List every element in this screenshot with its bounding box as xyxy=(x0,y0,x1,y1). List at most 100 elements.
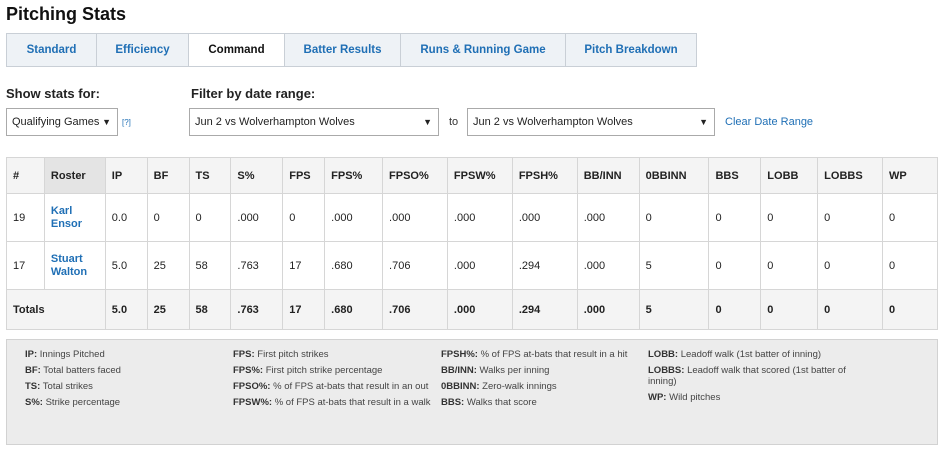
column-header[interactable]: TS xyxy=(188,157,232,194)
date-range-label: Filter by date range: xyxy=(191,86,316,101)
stat-cell: 0 xyxy=(882,241,938,290)
stat-cell: 58 xyxy=(188,241,232,290)
tab-efficiency[interactable]: Efficiency xyxy=(97,34,189,66)
date-from-value: Jun 2 vs Wolverhampton Wolves xyxy=(195,116,355,128)
player-last-name: Walton xyxy=(50,265,88,278)
stat-cell: .706 xyxy=(382,241,448,290)
stat-cell: 0 xyxy=(708,193,762,242)
pitching-stats-table: # Roster IP BF TS S% FPS FPS% FPSO% FPSW… xyxy=(6,157,938,330)
total-cell: 0 xyxy=(817,289,884,330)
table-row: 19 Karl Ensor 0.0 0 0 .000 0 .000 .000 .0… xyxy=(6,193,938,242)
total-cell: 5 xyxy=(638,289,710,330)
table-header-row: # Roster IP BF TS S% FPS FPS% FPSO% FPSW… xyxy=(6,157,938,194)
stat-cell: .000 xyxy=(446,193,513,242)
player-number: 17 xyxy=(6,241,45,290)
legend-column: LOBB: Leadoff walk (1st batter of inning… xyxy=(648,349,848,408)
stat-cell: .000 xyxy=(382,193,448,242)
stat-cell: 25 xyxy=(146,241,190,290)
legend-item: S%: Strike percentage xyxy=(25,397,121,408)
column-header: # xyxy=(6,157,45,194)
dropdown-arrow-icon: ▼ xyxy=(423,117,432,127)
total-cell: .000 xyxy=(446,289,513,330)
legend-item: FPSO%: % of FPS at-bats that result in a… xyxy=(233,381,429,392)
column-header[interactable]: WP xyxy=(882,157,938,194)
total-cell: 5.0 xyxy=(104,289,148,330)
show-stats-label: Show stats for: xyxy=(6,86,100,101)
show-stats-select[interactable]: Qualifying Games ▼ xyxy=(6,108,118,136)
stat-cell: .680 xyxy=(324,241,384,290)
column-header[interactable]: FPSH% xyxy=(511,157,578,194)
tab-batter-results[interactable]: Batter Results xyxy=(285,34,401,66)
stat-cell: 0 xyxy=(188,193,232,242)
total-cell: 25 xyxy=(146,289,190,330)
stat-cell: 0 xyxy=(638,193,710,242)
column-header[interactable]: FPS% xyxy=(324,157,384,194)
stat-cell: 5 xyxy=(638,241,710,290)
column-header[interactable]: FPSW% xyxy=(446,157,513,194)
legend-item: BF: Total batters faced xyxy=(25,365,121,376)
column-header[interactable]: Roster xyxy=(43,157,106,194)
stat-cell: 0 xyxy=(882,193,938,242)
date-to-value: Jun 2 vs Wolverhampton Wolves xyxy=(473,116,633,128)
column-header[interactable]: FPS xyxy=(282,157,326,194)
stat-cell: 5.0 xyxy=(104,241,148,290)
dropdown-arrow-icon: ▼ xyxy=(102,117,111,127)
tab-pitch-breakdown[interactable]: Pitch Breakdown xyxy=(566,34,696,66)
stat-cell: 0 xyxy=(760,241,819,290)
stat-cell: .763 xyxy=(230,241,284,290)
legend-item: LOBB: Leadoff walk (1st batter of inning… xyxy=(648,349,822,360)
stat-cell: .000 xyxy=(446,241,513,290)
player-last-name: Ensor xyxy=(50,217,83,230)
player-first-name: Karl xyxy=(50,204,73,217)
player-name-link[interactable]: Stuart Walton xyxy=(43,241,106,290)
column-header[interactable]: BB/INN xyxy=(576,157,640,194)
stat-cell: .000 xyxy=(576,241,640,290)
legend-item: 0BBINN: Zero-walk innings xyxy=(441,381,557,392)
tab-runs-running-game[interactable]: Runs & Running Game xyxy=(401,34,566,66)
legend-column: IP: Innings Pitched BF: Total batters fa… xyxy=(25,349,215,413)
column-header[interactable]: S% xyxy=(230,157,284,194)
column-header[interactable]: IP xyxy=(104,157,148,194)
player-number: 19 xyxy=(6,193,45,242)
clear-date-range-link[interactable]: Clear Date Range xyxy=(725,116,813,128)
stat-cell: 0 xyxy=(760,193,819,242)
stat-cell: 0 xyxy=(282,193,326,242)
stats-tabs: Standard Efficiency Command Batter Resul… xyxy=(6,33,697,67)
help-link[interactable]: [?] xyxy=(122,118,131,127)
stat-cell: 0 xyxy=(817,193,884,242)
column-header[interactable]: LOBB xyxy=(760,157,819,194)
tab-standard[interactable]: Standard xyxy=(7,34,97,66)
column-header[interactable]: FPSO% xyxy=(382,157,448,194)
total-cell: 0 xyxy=(882,289,938,330)
column-header[interactable]: BF xyxy=(146,157,190,194)
column-header[interactable]: BBS xyxy=(708,157,762,194)
date-to-select[interactable]: Jun 2 vs Wolverhampton Wolves ▼ xyxy=(467,108,715,136)
legend-column: FPS: First pitch strikes FPS%: First pit… xyxy=(233,349,433,413)
column-header[interactable]: 0BBINN xyxy=(638,157,710,194)
total-cell: 0 xyxy=(708,289,762,330)
stat-cell: .000 xyxy=(576,193,640,242)
player-name-link[interactable]: Karl Ensor xyxy=(43,193,106,242)
legend-item: FPS%: First pitch strike percentage xyxy=(233,365,383,376)
tab-command[interactable]: Command xyxy=(189,34,285,66)
legend-item: BB/INN: Walks per inning xyxy=(441,365,550,376)
legend-item: BBS: Walks that score xyxy=(441,397,537,408)
column-header[interactable]: LOBBS xyxy=(817,157,884,194)
stat-cell: 17 xyxy=(282,241,326,290)
stat-cell: .000 xyxy=(230,193,284,242)
stat-cell: 0.0 xyxy=(104,193,148,242)
stat-cell: 0 xyxy=(146,193,190,242)
show-stats-value: Qualifying Games xyxy=(12,116,100,128)
to-label: to xyxy=(449,116,459,128)
date-from-select[interactable]: Jun 2 vs Wolverhampton Wolves ▼ xyxy=(189,108,439,136)
legend-item: LOBBS: Leadoff walk that scored (1st bat… xyxy=(648,365,846,387)
totals-label: Totals xyxy=(6,289,106,330)
total-cell: .000 xyxy=(576,289,640,330)
total-cell: .680 xyxy=(324,289,384,330)
stat-cell: .294 xyxy=(511,241,578,290)
stat-cell: .000 xyxy=(324,193,384,242)
dropdown-arrow-icon: ▼ xyxy=(699,117,708,127)
total-cell: 58 xyxy=(188,289,232,330)
stats-legend: IP: Innings Pitched BF: Total batters fa… xyxy=(6,339,938,445)
legend-item: FPS: First pitch strikes xyxy=(233,349,329,360)
